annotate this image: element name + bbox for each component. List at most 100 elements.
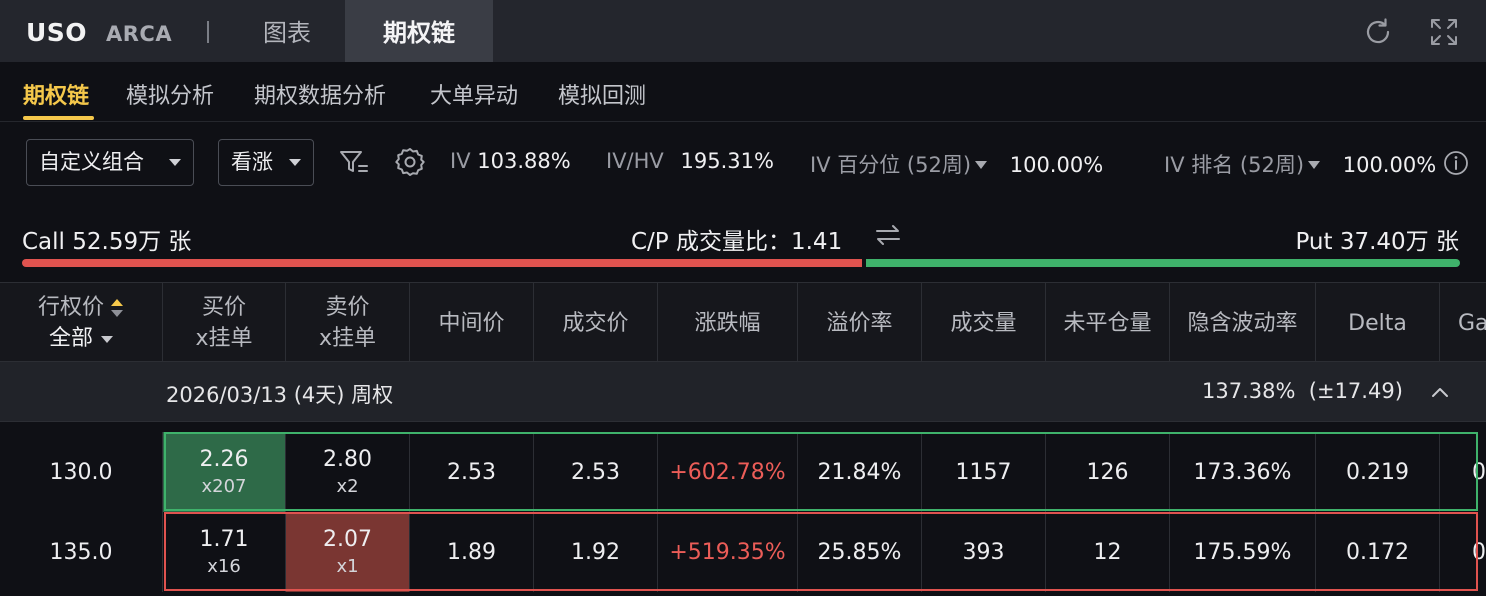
bid-price: 1.71 <box>199 527 249 552</box>
bid-size: x16 <box>207 556 241 577</box>
last-cell: 1.92 <box>534 512 658 592</box>
subtab-option-chain[interactable]: 期权链 <box>23 78 89 110</box>
sort-icon[interactable] <box>110 297 124 319</box>
swap-icon[interactable] <box>874 221 902 249</box>
last-cell: 2.53 <box>534 432 658 512</box>
cp-volume-ratio: C/P 成交量比：1.41 <box>631 229 843 255</box>
premium-cell: 21.84% <box>798 432 922 512</box>
mid-cell: 2.53 <box>410 432 534 512</box>
iv-rank-stat[interactable]: IV 排名 (52周) 100.00% <box>1164 149 1436 179</box>
table-header: 行权价 全部 买价 x挂单 卖价 x挂单 中间价 成交价 涨跌幅 溢价率 成交量… <box>0 282 1486 363</box>
gamma-cell: 0 <box>1472 539 1486 565</box>
iv-stat: IV 103.88% <box>450 149 571 173</box>
column-strike[interactable]: 行权价 全部 <box>0 283 163 363</box>
bid-cell[interactable]: 1.71 x16 <box>163 512 286 592</box>
sub-tab-bar: 期权链 模拟分析 期权数据分析 大单异动 模拟回测 <box>0 62 1486 122</box>
ticker-symbol[interactable]: USO <box>26 18 87 47</box>
iv-cell: 173.36% <box>1170 432 1316 512</box>
column-gamma[interactable]: Gamma <box>1440 283 1486 363</box>
ask-cell[interactable]: 2.07 x1 <box>286 512 410 592</box>
chevron-down-icon <box>975 160 988 169</box>
premium-cell: 25.85% <box>798 512 922 592</box>
open-interest-cell: 126 <box>1046 432 1170 512</box>
column-mid[interactable]: 中间价 <box>410 283 534 363</box>
exchange-label: ARCA <box>106 22 173 46</box>
table-row[interactable]: 130.0 2.26 x207 2.80 x2 2.53 2.53 +602.7… <box>0 432 1486 512</box>
strike-cell: 135.0 <box>0 512 163 592</box>
strike-filter-label[interactable]: 全部 <box>49 326 93 351</box>
bid-size-header-label: x挂单 <box>195 326 253 351</box>
settings-gear-icon[interactable] <box>394 146 426 178</box>
strategy-dropdown[interactable]: 自定义组合 <box>26 139 194 186</box>
chevron-down-icon <box>289 159 301 166</box>
fullscreen-icon[interactable] <box>1428 16 1460 48</box>
subtab-large-orders[interactable]: 大单异动 <box>430 78 518 110</box>
subtab-option-data-analysis[interactable]: 期权数据分析 <box>254 78 386 110</box>
table-row[interactable]: 135.0 1.71 x16 2.07 x1 1.89 1.92 +519.35… <box>0 512 1486 592</box>
iv-label: IV <box>450 149 471 173</box>
strike-cell: 130.0 <box>0 432 163 512</box>
column-bid[interactable]: 买价 x挂单 <box>163 283 286 363</box>
bid-price: 2.26 <box>199 447 249 472</box>
column-open-interest[interactable]: 未平仓量 <box>1046 283 1170 363</box>
volume-cell: 1157 <box>922 432 1046 512</box>
column-premium[interactable]: 溢价率 <box>798 283 922 363</box>
iv-percentile-stat[interactable]: IV 百分位 (52周) 100.00% <box>810 149 1103 179</box>
ask-cell[interactable]: 2.80 x2 <box>286 432 410 512</box>
refresh-icon[interactable] <box>1362 16 1394 48</box>
open-interest-cell: 12 <box>1046 512 1170 592</box>
delta-cell: 0.172 <box>1316 512 1440 592</box>
change-cell: +602.78% <box>658 432 798 512</box>
chevron-down-icon <box>169 159 181 166</box>
call-volume-bar <box>22 259 862 267</box>
chevron-up-icon[interactable] <box>1428 382 1452 402</box>
expiry-group-iv: 137.38% (±17.49) <box>1202 379 1403 403</box>
chevron-down-icon <box>101 335 113 343</box>
ivhv-value: 195.31% <box>680 149 774 173</box>
ask-price: 2.80 <box>323 447 372 472</box>
chevron-down-icon <box>1308 160 1321 169</box>
call-volume: Call 52.59万 张 <box>22 229 192 255</box>
ivhv-label: IV/HV <box>606 149 664 173</box>
column-implied-volatility[interactable]: 隐含波动率 <box>1170 283 1316 363</box>
iv-percentile-value: 100.00% <box>1009 153 1104 177</box>
direction-dropdown[interactable]: 看涨 <box>218 139 314 186</box>
ask-size: x1 <box>336 556 359 577</box>
direction-dropdown-label: 看涨 <box>231 150 273 174</box>
volume-cell: 393 <box>922 512 1046 592</box>
ivhv-stat: IV/HV 195.31% <box>606 149 774 173</box>
column-volume[interactable]: 成交量 <box>922 283 1046 363</box>
strike-header-label: 行权价 <box>37 295 104 320</box>
iv-value: 103.88% <box>477 149 571 173</box>
subtab-simulation[interactable]: 模拟分析 <box>126 78 214 110</box>
subtab-backtest[interactable]: 模拟回测 <box>558 78 646 110</box>
iv-rank-label: IV 排名 (52周) <box>1164 153 1305 177</box>
column-delta[interactable]: Delta <box>1316 283 1440 363</box>
put-volume-bar <box>866 259 1460 267</box>
delta-cell: 0.219 <box>1316 432 1440 512</box>
column-ask[interactable]: 卖价 x挂单 <box>286 283 410 363</box>
expiry-group-row[interactable]: 2026/03/13 (4天) 周权 137.38% (±17.49) <box>0 362 1486 422</box>
expiry-group-label: 2026/03/13 (4天) 周权 <box>166 383 394 407</box>
strategy-dropdown-label: 自定义组合 <box>39 150 144 174</box>
active-tab-indicator <box>23 116 94 120</box>
divider <box>207 21 209 43</box>
ask-header-label: 卖价 <box>325 295 370 320</box>
iv-rank-value: 100.00% <box>1342 153 1436 177</box>
info-icon[interactable] <box>1443 150 1469 176</box>
iv-cell: 175.59% <box>1170 512 1316 592</box>
gamma-cell: 0 <box>1472 459 1486 485</box>
change-cell: +519.35% <box>658 512 798 592</box>
tab-option-chain[interactable]: 期权链 <box>345 0 493 62</box>
top-bar: USO ARCA 图表 期权链 <box>0 0 1486 62</box>
column-last[interactable]: 成交价 <box>534 283 658 363</box>
put-volume: Put 37.40万 张 <box>1295 229 1459 255</box>
filter-icon[interactable] <box>338 146 370 178</box>
bid-cell[interactable]: 2.26 x207 <box>163 432 286 512</box>
bid-header-label: 买价 <box>201 295 246 320</box>
ask-size-header-label: x挂单 <box>318 326 377 351</box>
tab-chart[interactable]: 图表 <box>232 0 342 62</box>
ask-size: x2 <box>336 476 359 497</box>
column-change[interactable]: 涨跌幅 <box>658 283 798 363</box>
ask-price: 2.07 <box>323 527 372 552</box>
